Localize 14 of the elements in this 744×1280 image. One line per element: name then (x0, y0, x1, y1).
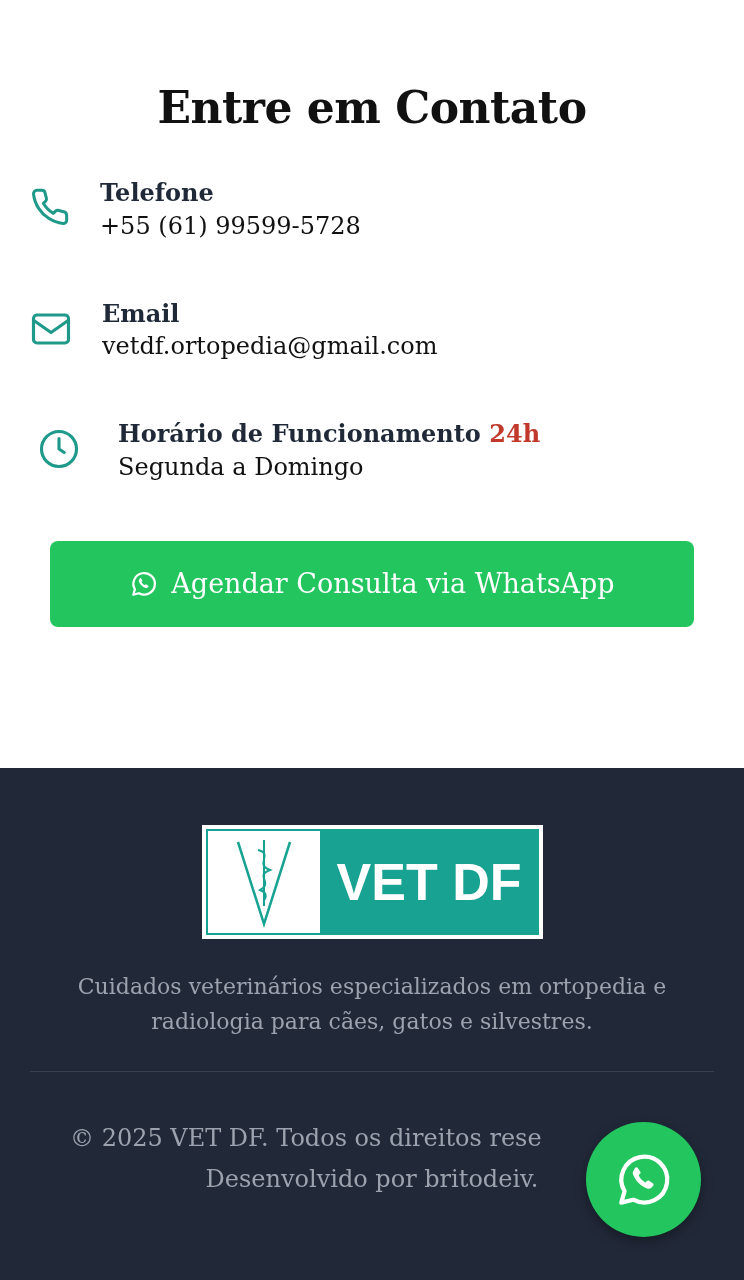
contact-label: Telefone (100, 178, 215, 208)
credit-text: Desenvolvido por britodeiv. (205, 1164, 539, 1196)
section-heading: Entre em Contato (156, 82, 588, 135)
footer-tagline: Cuidados veterinários especializados em ortopedia e radiologia para cães, gatos e silvestres. (76, 973, 668, 1037)
clock-icon (38, 428, 80, 471)
logo: VET DF (201, 825, 543, 939)
contact-label: Email (102, 299, 181, 329)
contact-value: Segunda a Domingo (118, 452, 365, 484)
contact-value: +55 (61) 99599-5728 (100, 210, 361, 242)
contact-label: Horário de Funcionamento 24h (118, 420, 541, 450)
copyright-text: © 2025 VET DF. Todos os direitos rese (70, 1123, 542, 1155)
contact-value: vetdf.ortopedia@gmail.com (102, 331, 438, 363)
whatsapp-button[interactable]: Agendar Consulta via WhatsApp (50, 541, 694, 628)
phone-icon (30, 186, 70, 227)
